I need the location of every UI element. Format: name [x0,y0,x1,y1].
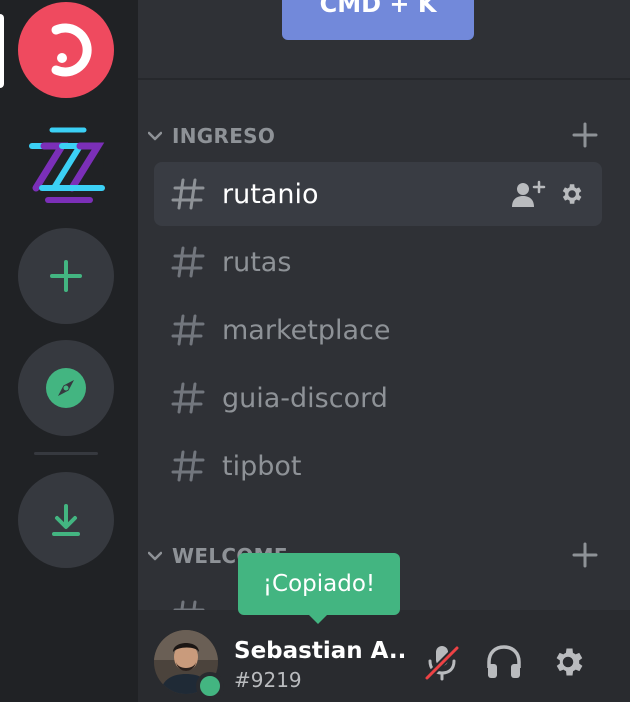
channel-item-rutanio[interactable]: rutanio [154,162,602,226]
compass-icon [46,368,86,408]
channel-item-rutas[interactable]: rutas [154,230,602,294]
hash-icon [170,244,206,284]
channel-item-marketplace[interactable]: marketplace [154,298,602,362]
hash-icon [170,176,206,216]
command-button[interactable]: CMD + K [282,0,474,40]
gear-icon [556,648,583,676]
download-icon [52,504,80,536]
tooltip-arrow [308,614,328,624]
hash-icon [170,312,206,352]
hash-icon [170,448,206,488]
server-icon-red[interactable] [18,2,114,98]
selected-server-indicator [0,14,4,88]
server-icon-logo[interactable] [18,116,114,212]
channel-name: tipbot [222,450,302,482]
explore-servers-button[interactable] [18,340,114,436]
channel-actions [512,180,584,212]
category-ingreso[interactable]: INGRESO [146,120,606,152]
headphones-icon [487,645,521,678]
user-discriminator: #9219 [234,668,302,692]
deafen-button[interactable] [484,642,524,682]
channel-item-tipbot[interactable]: tipbot [154,434,602,498]
channel-name: rutas [222,246,292,278]
user-settings-button[interactable] [548,642,588,682]
plus-icon [50,260,82,292]
zigzag-logo-icon [28,126,105,203]
hash-icon [170,380,206,420]
server-logo-icon [51,23,92,77]
channel-list: CMD + K INGRESO rutanio rutas marketplac… [138,0,630,610]
channel-item-guia-discord[interactable]: guia-discord [154,366,602,430]
copied-tooltip: ¡Copiado! [238,553,400,615]
mute-button[interactable] [422,642,462,682]
chevron-down-icon [146,551,164,561]
rail-divider [34,452,98,455]
download-apps-button[interactable] [18,472,114,568]
invite-user-icon[interactable] [512,180,546,212]
microphone-muted-icon [424,644,460,681]
user-panel: Sebastian A... #9219 [138,610,630,702]
username[interactable]: Sebastian A... [234,638,404,664]
channel-name: guia-discord [222,382,388,414]
create-channel-icon[interactable] [572,542,598,573]
category-label: INGRESO [172,124,276,148]
gear-icon[interactable] [558,181,584,211]
server-rail [0,0,138,702]
online-status-indicator [196,672,224,700]
hash-icon [170,598,206,610]
channel-name: rutanio [222,178,319,210]
add-server-button[interactable] [18,228,114,324]
header-divider [138,78,630,80]
create-channel-icon[interactable] [572,122,598,153]
channel-name: marketplace [222,314,391,346]
chevron-down-icon [146,131,164,141]
